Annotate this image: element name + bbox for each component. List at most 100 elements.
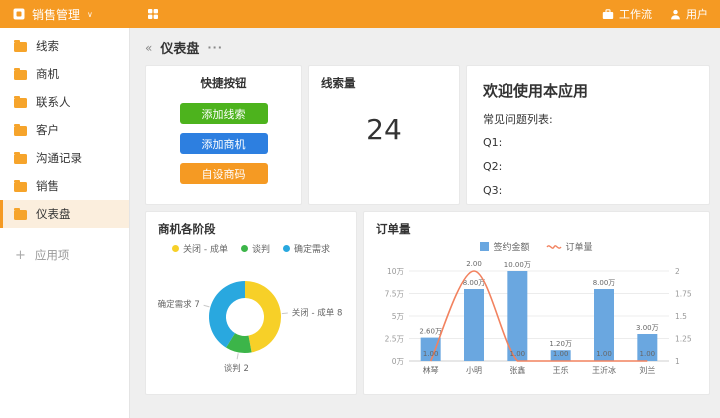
user-icon bbox=[671, 9, 680, 19]
app-logo-icon bbox=[13, 8, 25, 20]
chart-label: 1.20万 bbox=[549, 340, 572, 348]
legend-item[interactable]: 关闭 - 成单 bbox=[171, 242, 228, 255]
welcome-title: 欢迎使用本应用 bbox=[483, 82, 589, 100]
legend-item[interactable]: 签约金额 bbox=[480, 240, 530, 253]
chart-label: 2.5万 bbox=[384, 335, 404, 344]
sidebar-item-label: 仪表盘 bbox=[36, 207, 71, 221]
collapse-icon[interactable]: « bbox=[145, 41, 152, 55]
bar-legend-swatch bbox=[480, 242, 490, 251]
sidebar-menu: 线索商机联系人客户沟通记录销售仪表盘 bbox=[0, 32, 129, 228]
chart-label: 林琴 bbox=[422, 365, 438, 375]
app-title: 销售管理 bbox=[32, 7, 81, 22]
bar[interactable] bbox=[463, 289, 484, 361]
topbar-right: 工作流 用户 bbox=[602, 6, 708, 22]
chart-label: 关闭 - 成单 8 bbox=[292, 308, 343, 319]
workflow-label: 工作流 bbox=[619, 8, 652, 21]
combo-legend: 签约金额 订单量 bbox=[364, 240, 709, 253]
donut-slice[interactable] bbox=[245, 281, 282, 353]
chart-label: 谈判 2 bbox=[224, 363, 249, 374]
sidebar-item-2[interactable]: 联系人 bbox=[0, 88, 129, 116]
legend-item[interactable]: 谈判 bbox=[240, 242, 270, 255]
quick-buttons-card-title: 快捷按钮 bbox=[200, 76, 247, 90]
welcome-card: 欢迎使用本应用 常见问题列表: Q1: Q2: Q3: bbox=[466, 65, 710, 205]
bar[interactable] bbox=[506, 271, 527, 361]
chart-label: 10万 bbox=[386, 267, 404, 276]
topbar: 销售管理 ∨ 工作流 用户 bbox=[0, 0, 720, 28]
sidebar-item-0[interactable]: 线索 bbox=[0, 32, 129, 60]
opportunity-stages-title: 商机各阶段 bbox=[158, 222, 216, 236]
chart-label: 0万 bbox=[391, 357, 404, 366]
sidebar-item-1[interactable]: 商机 bbox=[0, 60, 129, 88]
folder-icon bbox=[14, 151, 27, 164]
opportunity-stages-card: 商机各阶段 关闭 - 成单 谈判 确定需求 关闭 - 成单 8 谈判 2 确定需求 7 bbox=[145, 211, 357, 395]
chart-label: 王乐 bbox=[552, 365, 568, 375]
sidebar-item-4[interactable]: 沟通记录 bbox=[0, 144, 129, 172]
quick-buttons-card: 快捷按钮 添加线索添加商机自设商码 bbox=[145, 65, 302, 205]
sidebar-item-5[interactable]: 销售 bbox=[0, 172, 129, 200]
plus-icon: + bbox=[15, 247, 26, 263]
chart-label: 1.00 bbox=[596, 350, 612, 358]
page-header: « 仪表盘 ··· bbox=[145, 38, 710, 58]
chart-label: 1.00 bbox=[422, 350, 438, 358]
chart-label: 王沂冰 bbox=[592, 365, 616, 375]
quick-buttons: 添加线索添加商机自设商码 bbox=[146, 103, 301, 184]
workflow-nav[interactable]: 工作流 bbox=[602, 6, 652, 22]
legend-item[interactable]: 确定需求 bbox=[282, 242, 330, 255]
chart-label: 1.00 bbox=[552, 350, 568, 358]
quick-button-2[interactable]: 自设商码 bbox=[179, 163, 268, 184]
faq-subtitle: 常见问题列表: bbox=[483, 113, 553, 126]
quick-button-0[interactable]: 添加线索 bbox=[179, 103, 268, 124]
folder-icon bbox=[14, 123, 27, 136]
add-app-item-label: 应用项 bbox=[34, 248, 70, 262]
chart-label: 刘兰 bbox=[639, 365, 655, 375]
legend-dot bbox=[171, 245, 179, 252]
chart-label: 8.00万 bbox=[462, 279, 485, 287]
legend-label: 确定需求 bbox=[293, 245, 330, 255]
sidebar-item-label: 客户 bbox=[36, 123, 59, 137]
sidebar-item-6[interactable]: 仪表盘 bbox=[0, 200, 129, 228]
chart-label: 张鑫 bbox=[509, 365, 525, 375]
faq-list: Q1: Q2: Q3: bbox=[483, 136, 693, 197]
legend-label: 关闭 - 成单 bbox=[182, 245, 228, 255]
opportunity-stage-donut: 关闭 - 成单 8 谈判 2 确定需求 7 bbox=[158, 281, 343, 374]
faq-item: Q1: bbox=[483, 136, 503, 149]
chevron-down-icon: ∨ bbox=[87, 9, 93, 19]
chart-label: 3.00万 bbox=[636, 324, 659, 332]
chart-label: 1.00 bbox=[639, 350, 655, 358]
sidebar-item-label: 商机 bbox=[36, 67, 59, 81]
order-volume-chart: 10万 2 7.5万 1.75 5万 1.5 2.5万 1.25 0万 1 2.60万林琴 8.00万… bbox=[384, 260, 692, 375]
main-content: « 仪表盘 ··· 快捷按钮 添加线索添加商机自设商码 线索量 24 欢迎使用本… bbox=[130, 28, 720, 418]
user-label: 用户 bbox=[686, 8, 708, 21]
legend-item[interactable]: 订单量 bbox=[545, 240, 593, 253]
sidebar: 线索商机联系人客户沟通记录销售仪表盘 + 应用项 bbox=[0, 28, 130, 418]
leads-count-card: 线索量 24 bbox=[308, 65, 460, 205]
legend-label: 谈判 bbox=[251, 245, 270, 255]
chart-label: 5万 bbox=[391, 312, 404, 321]
app-switcher[interactable]: 销售管理 ∨ bbox=[12, 6, 93, 23]
sidebar-item-label: 线索 bbox=[36, 39, 59, 53]
chart-label: 7.5万 bbox=[384, 290, 404, 299]
sidebar-item-label: 销售 bbox=[36, 179, 59, 193]
legend-dot bbox=[240, 245, 248, 252]
chart-label: 1 bbox=[675, 357, 680, 366]
chart-label: 1.25 bbox=[675, 335, 692, 344]
more-options-icon[interactable]: ··· bbox=[207, 41, 223, 54]
sidebar-item-label: 沟通记录 bbox=[36, 151, 82, 165]
add-app-item-button[interactable]: + 应用项 bbox=[0, 241, 129, 269]
apps-grid-icon[interactable] bbox=[147, 8, 159, 20]
folder-icon bbox=[14, 95, 27, 108]
sidebar-item-3[interactable]: 客户 bbox=[0, 116, 129, 144]
folder-icon bbox=[14, 67, 27, 80]
order-volume-card: 订单量 签约金额 订单量 10万 2 7.5万 1.75 5万 1.5 2.5万 1.25 0万 1… bbox=[363, 211, 710, 395]
chart-label: 1.75 bbox=[675, 290, 692, 299]
faq-item: Q3: bbox=[483, 184, 503, 197]
briefcase-icon bbox=[602, 8, 614, 19]
leads-count-value: 24 bbox=[366, 113, 402, 146]
folder-icon bbox=[14, 207, 27, 220]
chart-label: 确定需求 7 bbox=[158, 299, 200, 310]
donut-legend: 关闭 - 成单 谈判 确定需求 bbox=[148, 242, 354, 255]
user-nav[interactable]: 用户 bbox=[670, 6, 708, 22]
quick-button-1[interactable]: 添加商机 bbox=[179, 133, 268, 154]
faq-item: Q2: bbox=[483, 160, 503, 173]
legend-label: 签约金额 bbox=[493, 243, 530, 253]
